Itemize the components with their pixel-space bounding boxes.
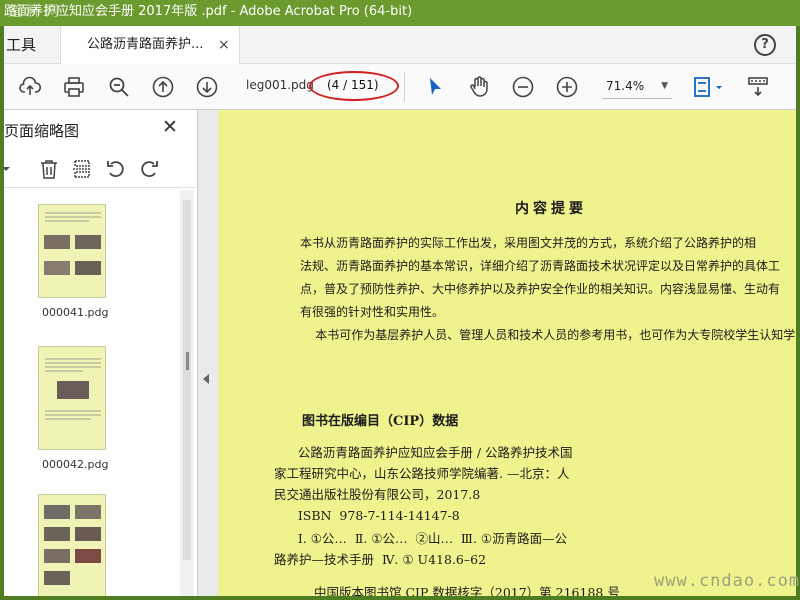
zoom-in-icon[interactable] [555, 75, 579, 99]
tab-document[interactable]: 公路沥青路面养护... [60, 26, 240, 64]
site-watermark: www.cndao.com [654, 571, 800, 591]
help-icon[interactable]: ? [754, 34, 776, 56]
thumbnail-label: 000041.pdg [42, 306, 109, 319]
thumbnail-page-43[interactable] [38, 494, 106, 596]
next-page-icon[interactable] [195, 75, 219, 99]
page-fit-icon[interactable] [692, 75, 726, 99]
thumbnail-panel: 页面缩略图 ✕ 000041.pdg 000042.pdg [2, 110, 198, 596]
thumbnail-scrollbar[interactable] [180, 190, 194, 596]
cip-footer: 中国版本图书馆 CIP 数据核字（2017）第 216188 号 [314, 585, 620, 596]
zoom-select[interactable]: 71.4% ▼ [602, 75, 672, 99]
page-file-input[interactable]: leg001.pdg [246, 78, 314, 92]
tab-close-icon[interactable]: × [218, 26, 230, 64]
zoom-search-icon[interactable] [107, 75, 131, 99]
toolbar: leg001.pdg (4 / 151) 71.4% ▼ [4, 64, 796, 110]
page-heading: 内容提要 [515, 201, 587, 217]
document-page: 内容提要 本书从沥青路面养护的实际工作出发，采用图文并茂的方式，系统介绍了公路养… [218, 110, 796, 596]
panel-title: 页面缩略图 [4, 122, 80, 140]
panel-collapse-gutter[interactable] [198, 110, 218, 596]
scrollbar-thumb[interactable] [183, 200, 191, 560]
panel-resize-handle[interactable] [186, 352, 189, 370]
extract-icon[interactable] [71, 158, 93, 180]
zoom-value: 71.4% [606, 79, 645, 93]
print-icon[interactable] [62, 75, 86, 99]
thumbnail-page-41[interactable] [38, 204, 106, 298]
thumbnail-page-42[interactable] [38, 346, 106, 450]
classification-text: Ⅰ. ①公… Ⅱ. ①公… ②山… Ⅲ. ①沥青路面—公 路养护—技术手册 Ⅳ.… [274, 531, 568, 567]
window-title-bar: 道 林 网 路面养护应知应会手册 2017年版 .pdf - Adobe Acr… [0, 0, 800, 26]
cip-heading: 图书在版编目（CIP）数据 [302, 414, 459, 429]
rotate-left-icon[interactable] [105, 158, 127, 180]
rotate-right-icon[interactable] [138, 158, 160, 180]
delete-icon[interactable] [38, 158, 60, 180]
red-annotation-oval [309, 71, 399, 101]
window-frame-bottom [0, 596, 800, 600]
tab-document-label: 公路沥青路面养护... [87, 37, 204, 52]
panel-close-icon[interactable]: ✕ [162, 116, 178, 138]
panel-toolbar [2, 148, 196, 188]
select-arrow-icon[interactable] [423, 75, 447, 99]
window-title: 路面养护应知应会手册 2017年版 .pdf - Adobe Acrobat P… [4, 4, 413, 19]
toolbar-divider [404, 72, 405, 102]
thumbnail-label: 000042.pdg [42, 458, 109, 471]
tab-tools[interactable]: 工具 [4, 26, 58, 64]
summary-paragraph: 本书从沥青路面养护的实际工作出发，采用图文并茂的方式，系统介绍了公路养护的相 法… [300, 236, 796, 342]
watermark-logo: 道 林 网 [8, 4, 59, 20]
more-tools-icon[interactable] [746, 75, 770, 99]
chevron-down-icon: ▼ [661, 81, 668, 91]
panel-options-icon[interactable] [0, 158, 12, 180]
zoom-out-icon[interactable] [511, 75, 535, 99]
cip-text: 公路沥青路面养护应知应会手册 / 公路养护技术国 家工程研究中心，山东公路技师学… [274, 445, 573, 523]
prev-page-icon[interactable] [151, 75, 175, 99]
collapse-arrow-icon[interactable] [203, 374, 209, 384]
upload-cloud-icon[interactable] [18, 75, 42, 99]
hand-icon[interactable] [467, 75, 491, 99]
thumbnail-list: 000041.pdg 000042.pdg [4, 190, 180, 596]
tab-bar: 工具 公路沥青路面养护... × ? [4, 26, 796, 64]
window-frame-right [796, 26, 800, 600]
